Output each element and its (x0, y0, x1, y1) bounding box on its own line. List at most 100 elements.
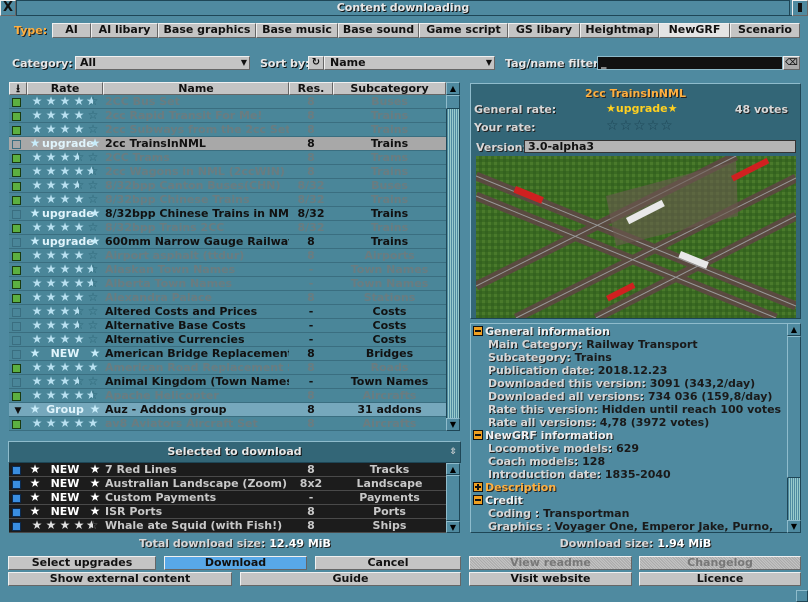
resize-icon[interactable]: ⇳ (449, 442, 457, 462)
collapse-icon[interactable] (473, 326, 483, 336)
header-res[interactable]: Res. (289, 82, 333, 95)
rate-star-icon[interactable]: ☆ (647, 118, 661, 134)
content-row[interactable]: ★ ★ ★ ★ ☆ ★ 2CC Bus Set 8 Buses (9, 95, 446, 109)
download-button[interactable]: Download (164, 556, 307, 570)
checkbox[interactable] (12, 280, 21, 289)
resize-handle[interactable] (796, 590, 808, 602)
checkbox-cell[interactable] (9, 389, 27, 402)
checkbox-cell[interactable] (9, 291, 27, 304)
header-subcategory[interactable]: Subcategory (333, 82, 446, 95)
tab-base-sound[interactable]: Base sound (338, 23, 419, 38)
close-button[interactable]: X (0, 0, 16, 16)
expand-group-icon[interactable]: ▼ (15, 406, 22, 416)
checkbox-cell[interactable] (9, 165, 27, 178)
content-row[interactable]: ★ ★ ★ ★ ★ av8 Aviators Aircraft Set 8 Aircrafts (9, 417, 446, 431)
sort-dropdown[interactable]: Name ▼ (324, 56, 495, 70)
checkbox-cell[interactable] (9, 305, 27, 318)
checkbox[interactable] (12, 266, 21, 275)
tab-ai-libary[interactable]: AI libary (91, 23, 158, 38)
checkbox[interactable] (12, 350, 21, 359)
scroll-up-button[interactable]: ▲ (446, 82, 460, 95)
content-row[interactable]: ★ ★ ★ ★ ☆ Airport asphalt (ttdur) 8 Airports (9, 249, 446, 263)
checkbox[interactable] (12, 480, 21, 489)
checkbox-cell[interactable] (9, 505, 27, 518)
checkbox[interactable] (12, 494, 21, 503)
scroll-thumb[interactable] (787, 336, 801, 478)
checkbox-cell[interactable] (9, 235, 27, 248)
tab-newgrf[interactable]: NewGRF (659, 23, 730, 38)
content-row[interactable]: ★ upgrade★ 600mm Narrow Gauge Railways 8 Tra… (9, 235, 446, 249)
checkbox-cell[interactable] (9, 221, 27, 234)
content-row[interactable]: ★ NEW ★ American Bridge Replacement Set 8 Bri… (9, 347, 446, 361)
content-row[interactable]: ★ ★ ★ ☆ ★ ☆ 2CC Trams 8 Trams (9, 151, 446, 165)
checkbox[interactable] (12, 378, 21, 387)
rate-star-icon[interactable]: ☆ (660, 118, 674, 134)
checkbox-cell[interactable] (9, 417, 27, 430)
checkbox-cell[interactable] (9, 347, 27, 360)
content-row[interactable]: ★ NEW ★ 7 Red Lines 8 Tracks (9, 463, 446, 477)
rate-star-icon[interactable]: ☆ (606, 118, 620, 134)
checkbox-cell[interactable] (9, 361, 27, 374)
changelog-button[interactable]: Changelog (639, 556, 801, 570)
checkbox[interactable] (12, 168, 21, 177)
checkbox[interactable] (12, 336, 21, 345)
content-row[interactable]: ★ ★ ★ ★ ☆ ★ Whale ate Squid (with Fish!) 8 Ships (9, 519, 446, 533)
section-header[interactable]: General information (473, 325, 610, 338)
checkbox[interactable] (12, 196, 21, 205)
checkbox-cell[interactable] (9, 477, 27, 490)
checkbox[interactable] (12, 154, 21, 163)
scroll-up-button[interactable]: ▲ (446, 463, 460, 475)
checkbox[interactable] (12, 322, 21, 331)
expand-icon[interactable] (473, 482, 483, 492)
content-row[interactable]: ★ ★ ★ ☆ ★ ☆ Altered Costs and Prices - Costs (9, 305, 446, 319)
content-row[interactable]: ★ ★ ★ ★ ☆ ★ Alaskan Town Names - Town Names (9, 263, 446, 277)
checkbox-cell[interactable] (9, 519, 27, 532)
header-download[interactable]: ⭳ (9, 82, 27, 95)
checkbox-cell[interactable] (9, 179, 27, 192)
scroll-down-button[interactable]: ▼ (446, 521, 460, 533)
tab-heightmap[interactable]: Heightmap (580, 23, 659, 38)
checkbox-cell[interactable] (9, 491, 27, 504)
content-row[interactable]: ★ ★ ★ ☆ ★ ☆ Animal Kingdom (Town Names) - Town N… (9, 375, 446, 389)
checkbox-cell[interactable] (9, 463, 27, 476)
list-scrollbar[interactable] (446, 82, 460, 431)
tab-game-script[interactable]: Game script (419, 23, 508, 38)
content-row[interactable]: ★ ★ ★ ★ ☆ 8/32bpp Trains 2CC 8/32 Trains (9, 221, 446, 235)
cancel-button[interactable]: Cancel (315, 556, 461, 570)
checkbox[interactable] (12, 252, 21, 261)
tag-filter-input[interactable]: _ (597, 56, 783, 70)
collapse-icon[interactable] (473, 495, 483, 505)
checkbox-cell[interactable]: ▼ (9, 403, 27, 416)
checkbox[interactable] (12, 224, 21, 233)
checkbox-cell[interactable] (9, 193, 27, 206)
category-dropdown[interactable]: All ▼ (75, 56, 250, 70)
your-rate-stars[interactable]: ☆☆☆☆☆ (606, 118, 674, 134)
checkbox[interactable] (12, 210, 21, 219)
checkbox[interactable] (12, 126, 21, 135)
content-row[interactable]: ▼ ★ Group ★ Auz - Addons group 8 31 addons (9, 403, 446, 417)
content-row[interactable]: ★ ★ ★ ★ ★ American Road Replacement Set 8 Roads (9, 361, 446, 375)
content-row[interactable]: ★ NEW ★ Custom Payments - Payments (9, 491, 446, 505)
content-row[interactable]: ★ ★ ★ ★ ☆ ★ Apache Helicopter 8 Aircrafts (9, 389, 446, 403)
content-row[interactable]: ★ ★ ★ ★ ☆ Alexandra Palace 8 Stations (9, 291, 446, 305)
content-row[interactable]: ★ NEW ★ ISR Ports 8 Ports (9, 505, 446, 519)
checkbox-cell[interactable] (9, 375, 27, 388)
tab-ai[interactable]: AI (52, 23, 91, 38)
checkbox-cell[interactable] (9, 319, 27, 332)
checkbox[interactable] (12, 508, 21, 517)
view-readme-button[interactable]: View readme (469, 556, 632, 570)
content-row[interactable]: ★ ★ ★ ★ ☆ ★ 2cc Wagons in NML (2ccWIN) 8 Trains (9, 165, 446, 179)
visit-website-button[interactable]: Visit website (469, 572, 632, 586)
content-row[interactable]: ★ ★ ★ ★ ☆ Alternative Currencies - Costs (9, 333, 446, 347)
scroll-thumb[interactable] (446, 95, 460, 109)
tab-base-music[interactable]: Base music (256, 23, 338, 38)
checkbox-cell[interactable] (9, 249, 27, 262)
scroll-up-button[interactable]: ▲ (787, 323, 801, 336)
tab-base-graphics[interactable]: Base graphics (158, 23, 256, 38)
show-external-content-button[interactable]: Show external content (8, 572, 232, 586)
tab-scenario[interactable]: Scenario (730, 23, 800, 38)
select-upgrades-button[interactable]: Select upgrades (8, 556, 156, 570)
scroll-thumb[interactable] (446, 475, 460, 521)
checkbox-cell[interactable] (9, 207, 27, 220)
checkbox[interactable] (12, 182, 21, 191)
